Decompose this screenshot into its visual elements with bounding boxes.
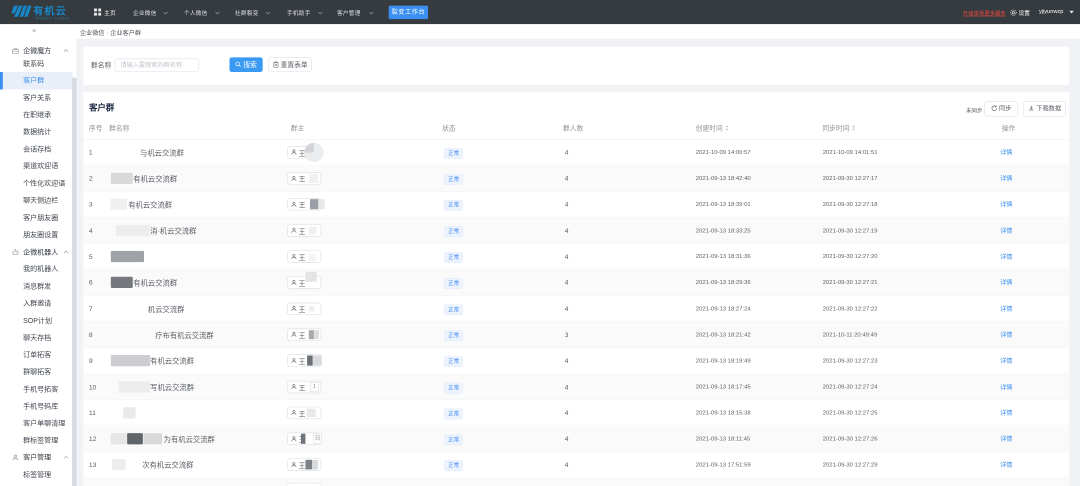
svg-text:有机云: 有机云 bbox=[33, 5, 67, 18]
svg-text:- ROBOT CLOUD -: - ROBOT CLOUD - bbox=[32, 17, 73, 21]
